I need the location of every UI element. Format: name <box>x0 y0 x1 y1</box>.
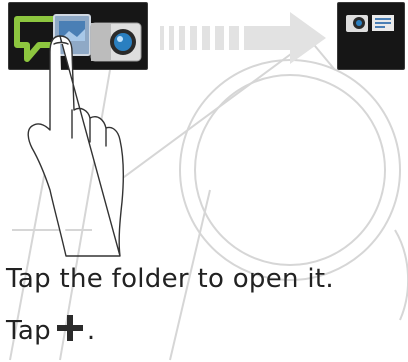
folder-tile-opened <box>337 2 405 70</box>
plus-icon <box>56 315 83 341</box>
step-prefix: Tap <box>6 316 51 346</box>
instruction-step-open-folder: Tap the folder to open it. <box>6 264 334 294</box>
message-icon <box>372 15 394 31</box>
instruction-step-tap-plus: Tap . <box>6 313 96 346</box>
right-arrow-icon <box>160 12 326 64</box>
step-suffix: . <box>86 316 96 346</box>
camera-icon <box>346 15 368 32</box>
tapping-hand-icon <box>27 35 125 257</box>
